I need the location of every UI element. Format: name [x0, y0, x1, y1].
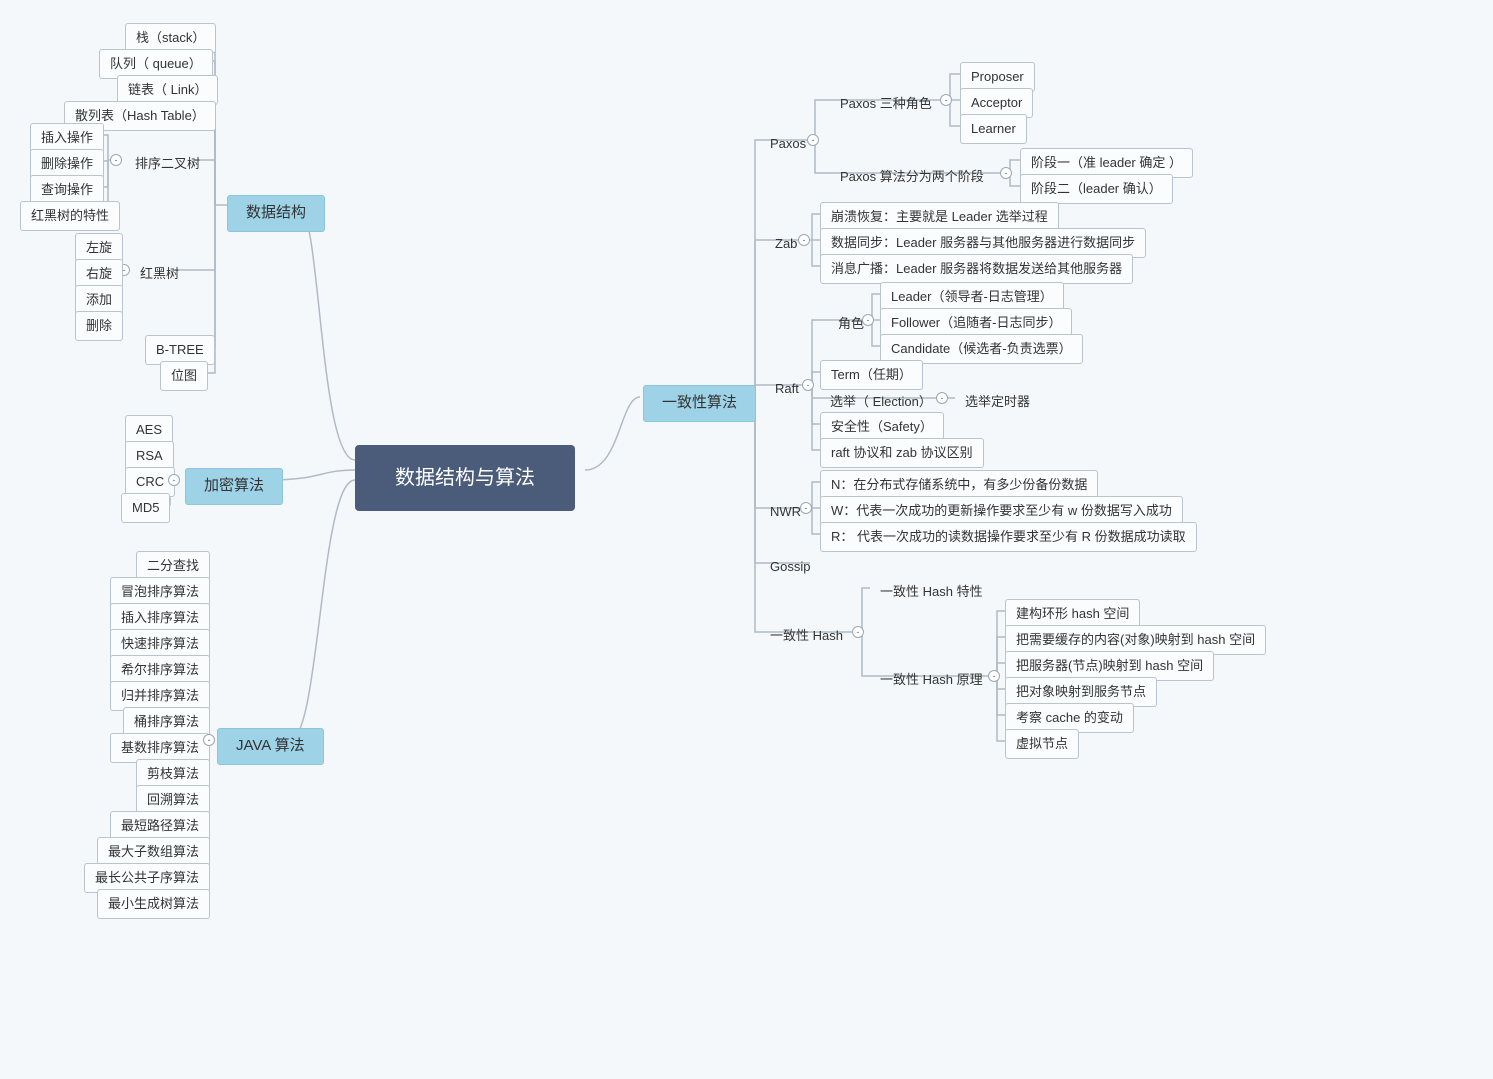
- node-rb-del[interactable]: 删除: [75, 311, 123, 341]
- toggle-java[interactable]: -: [203, 734, 215, 746]
- branch-crypto[interactable]: 加密算法: [185, 468, 283, 505]
- branch-consensus[interactable]: 一致性算法: [643, 385, 756, 422]
- node-nwr-r[interactable]: R： 代表一次成功的读数据操作要求至少有 R 份数据成功读取: [820, 522, 1197, 552]
- node-learner[interactable]: Learner: [960, 114, 1027, 144]
- toggle-raft-election[interactable]: -: [936, 392, 948, 404]
- node-paxos-roles[interactable]: Paxos 三种角色: [830, 90, 942, 118]
- node-vnode[interactable]: 虚拟节点: [1005, 729, 1079, 759]
- node-election-timer[interactable]: 选举定时器: [955, 388, 1040, 416]
- node-paxos-phases[interactable]: Paxos 算法分为两个阶段: [830, 163, 994, 191]
- toggle-raft-role[interactable]: -: [862, 314, 874, 326]
- toggle-crypto[interactable]: -: [168, 474, 180, 486]
- node-mst[interactable]: 最小生成树算法: [97, 889, 210, 919]
- toggle-chash-principle[interactable]: -: [988, 670, 1000, 682]
- toggle-zab[interactable]: -: [798, 234, 810, 246]
- node-zab-broadcast[interactable]: 消息广播：Leader 服务器将数据发送给其他服务器: [820, 254, 1133, 284]
- toggle-bst[interactable]: -: [110, 154, 122, 166]
- node-raft[interactable]: Raft: [765, 375, 809, 403]
- toggle-raft[interactable]: -: [802, 379, 814, 391]
- node-phase2[interactable]: 阶段二（leader 确认）: [1020, 174, 1173, 204]
- node-raft-term[interactable]: Term（任期）: [820, 360, 923, 390]
- toggle-nwr[interactable]: -: [800, 502, 812, 514]
- branch-ds[interactable]: 数据结构: [227, 195, 325, 232]
- toggle-chash[interactable]: -: [852, 626, 864, 638]
- node-chash[interactable]: 一致性 Hash: [760, 622, 853, 650]
- root-node[interactable]: 数据结构与算法: [355, 445, 575, 511]
- node-chash-feature[interactable]: 一致性 Hash 特性: [870, 578, 993, 606]
- node-rbtree[interactable]: 红黑树: [130, 260, 189, 288]
- node-bitmap[interactable]: 位图: [160, 361, 208, 391]
- node-raft-diff[interactable]: raft 协议和 zab 协议区别: [820, 438, 984, 468]
- node-gossip[interactable]: Gossip: [760, 553, 820, 581]
- connector-lines: [0, 0, 1493, 1079]
- node-md5[interactable]: MD5: [121, 493, 170, 523]
- node-chash-principle[interactable]: 一致性 Hash 原理: [870, 666, 993, 694]
- branch-java[interactable]: JAVA 算法: [217, 728, 324, 765]
- node-rb-feature[interactable]: 红黑树的特性: [20, 201, 120, 231]
- node-bst[interactable]: 排序二叉树: [125, 150, 210, 178]
- toggle-paxos-roles[interactable]: -: [940, 94, 952, 106]
- toggle-paxos[interactable]: -: [807, 134, 819, 146]
- toggle-paxos-phases[interactable]: -: [1000, 167, 1012, 179]
